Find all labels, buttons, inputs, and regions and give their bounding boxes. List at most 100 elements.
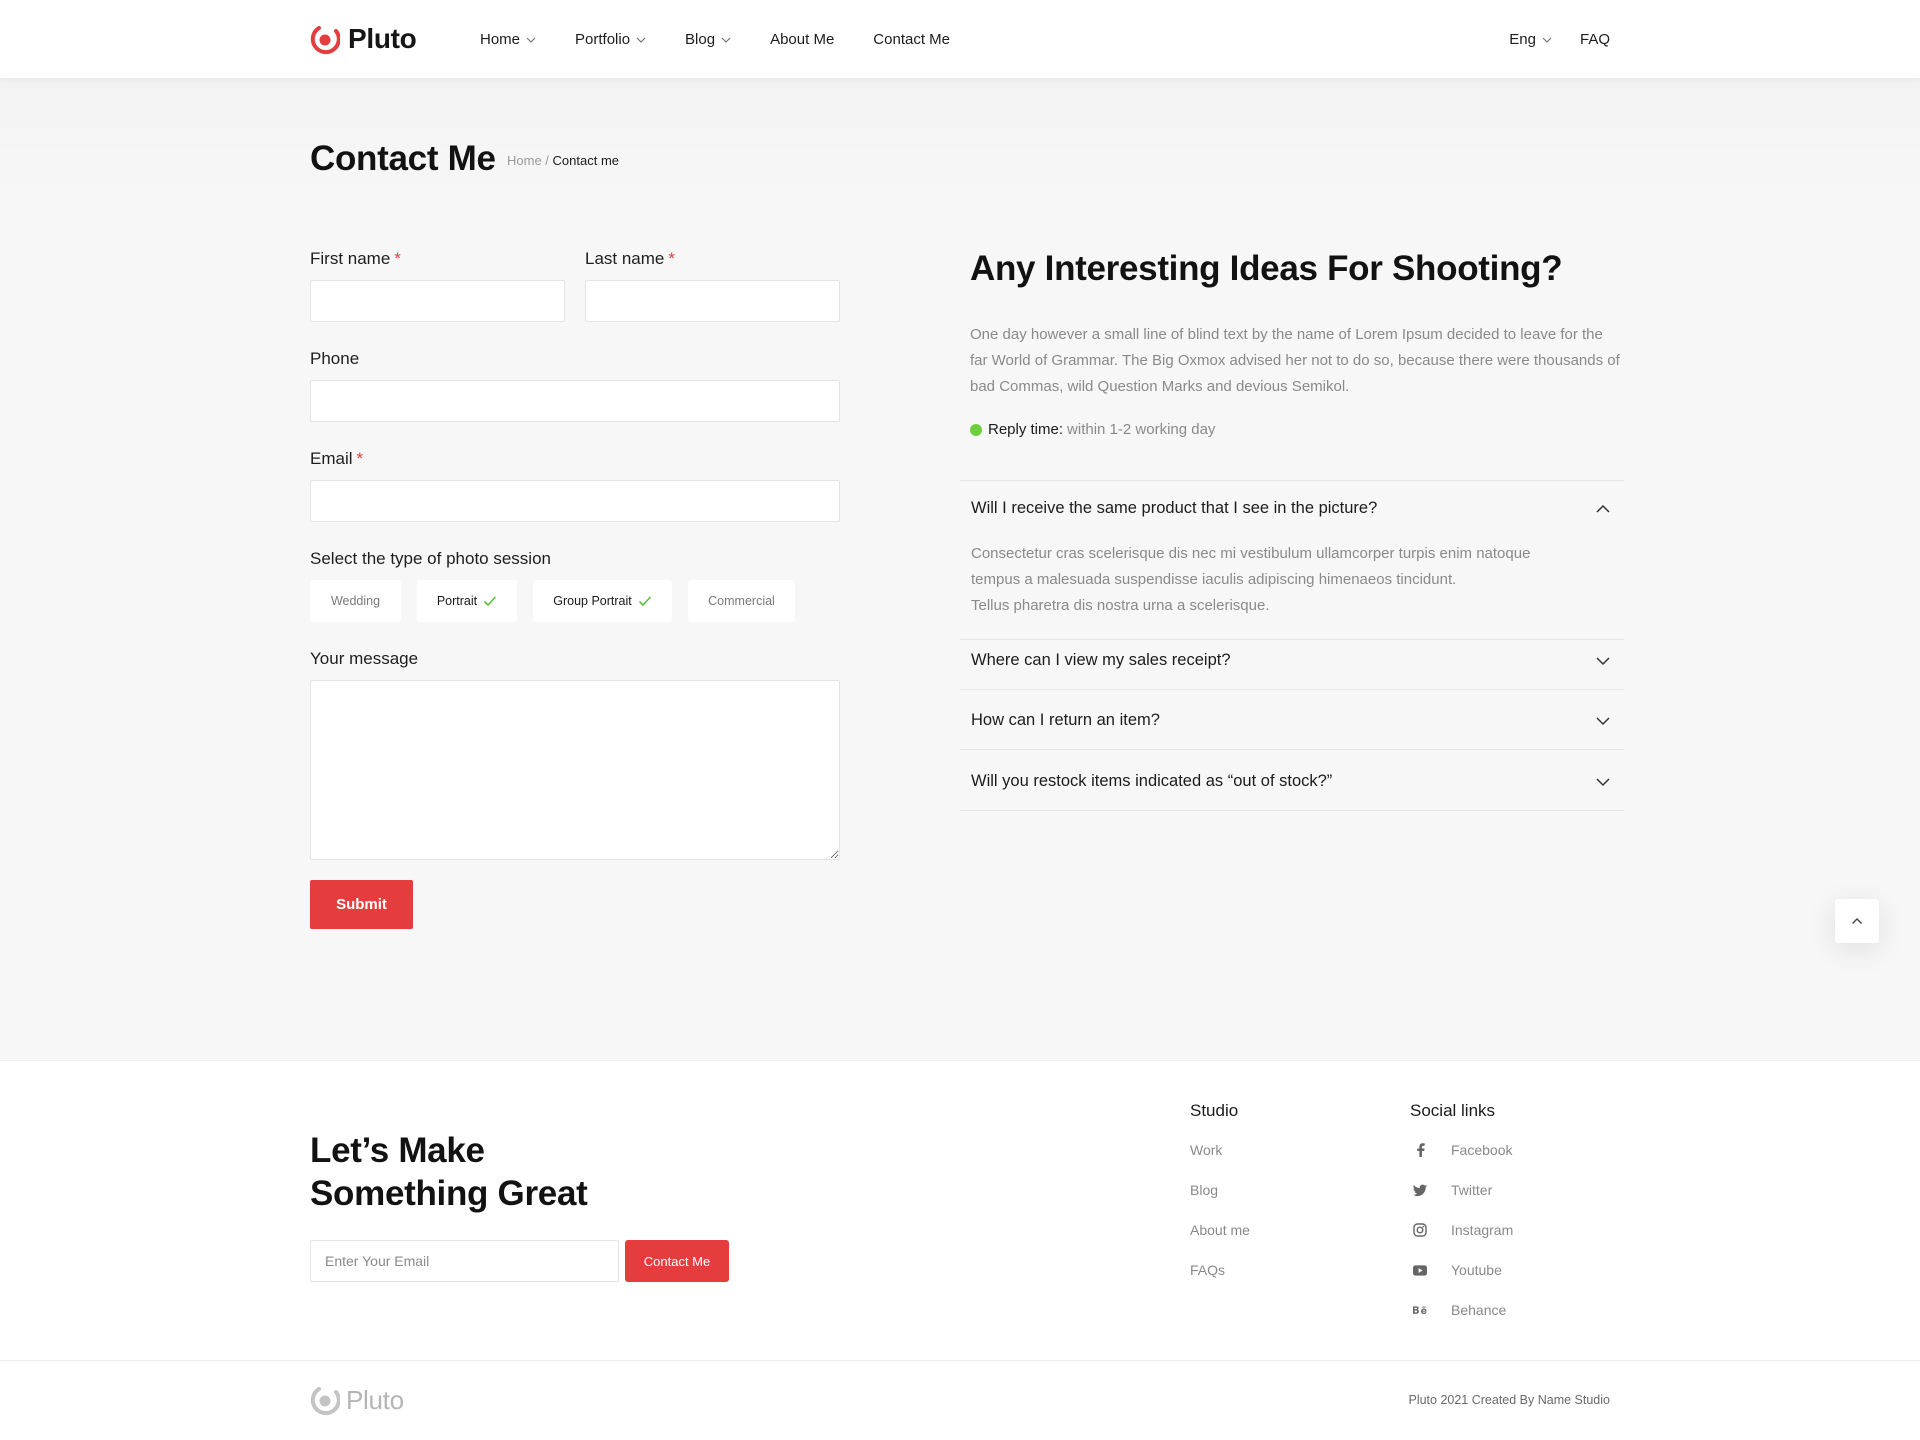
- first-name-field[interactable]: [310, 280, 565, 322]
- contact-me-button[interactable]: Contact Me: [625, 1240, 729, 1282]
- main-content: Contact Me Home / Contact me First name *…: [0, 79, 1920, 1060]
- faq-question-4[interactable]: Will you restock items indicated as “out…: [971, 772, 1611, 791]
- newsletter-email-input[interactable]: [310, 1240, 619, 1282]
- facebook-icon: [1413, 1143, 1427, 1157]
- social-link-label: Instagram: [1451, 1222, 1514, 1238]
- last-name-label-text: Last name: [585, 249, 665, 268]
- faq-question-text: Will you restock items indicated as “out…: [971, 772, 1333, 790]
- faq-question-2[interactable]: Where can I view my sales receipt?: [971, 651, 1611, 670]
- social-link-instagram[interactable]: Instagram: [1413, 1222, 1513, 1238]
- chevron-down-icon: [1596, 656, 1610, 665]
- first-name-label-text: First name: [310, 249, 391, 268]
- faq-answer-line: Consectetur cras scelerisque dis nec mi …: [971, 545, 1531, 562]
- email-label: Email *: [310, 449, 363, 469]
- copyright: Pluto 2021 Created By Name Studio: [1408, 1393, 1610, 1407]
- nav-item-about[interactable]: About Me: [770, 31, 834, 48]
- logo-icon: [310, 1387, 340, 1416]
- chevron-down-icon: [636, 37, 646, 43]
- logo[interactable]: Pluto: [310, 22, 417, 56]
- faq-answer-1: Consectetur cras scelerisque dis nec mi …: [971, 541, 1591, 619]
- email-field[interactable]: [310, 480, 840, 522]
- breadcrumb-current: Contact me: [552, 153, 620, 168]
- session-chip-group-portrait[interactable]: Group Portrait: [533, 580, 672, 622]
- page-title: Contact Me: [310, 139, 496, 178]
- main-nav: Home Portfolio Blog About Me Contact Me: [480, 0, 989, 79]
- breadcrumb-home[interactable]: Home: [507, 153, 542, 168]
- session-chip-commercial[interactable]: Commercial: [688, 580, 795, 622]
- language-label: Eng: [1509, 31, 1536, 48]
- faq-link[interactable]: FAQ: [1580, 31, 1610, 48]
- logo-icon: [310, 26, 340, 55]
- faq-label: FAQ: [1579, 31, 1610, 48]
- nav-label: Portfolio: [575, 31, 631, 48]
- nav-label: Blog: [685, 31, 716, 48]
- social-link-facebook[interactable]: Facebook: [1413, 1142, 1512, 1158]
- info-title: Any Interesting Ideas For Shooting?: [970, 249, 1563, 288]
- chevron-down-icon: [1596, 716, 1610, 725]
- faq-divider: [960, 810, 1624, 811]
- footer: Let’s Make Something Great Contact Me St…: [0, 1060, 1920, 1360]
- instagram-icon: [1413, 1223, 1427, 1237]
- footer-logo[interactable]: Pluto: [310, 1383, 404, 1417]
- chevron-up-icon: [1596, 504, 1610, 513]
- faq-answer-line: tempus a malesuada suspendisse iaculis a…: [971, 571, 1457, 588]
- last-name-field[interactable]: [585, 280, 840, 322]
- faq-divider: [960, 480, 1624, 481]
- social-link-behance[interactable]: Behance: [1413, 1302, 1506, 1318]
- social-link-twitter[interactable]: Twitter: [1413, 1182, 1492, 1198]
- required-mark: *: [394, 249, 401, 268]
- phone-field[interactable]: [310, 380, 840, 422]
- faq-question-text: Will I receive the same product that I s…: [971, 499, 1378, 517]
- social-link-label: Behance: [1451, 1302, 1507, 1318]
- message-field[interactable]: [310, 680, 840, 860]
- session-chip-portrait[interactable]: Portrait: [417, 580, 517, 622]
- nav-label: Contact Me: [873, 31, 950, 48]
- reply-time-value: within 1-2 working day: [1067, 421, 1216, 438]
- cta-title-line: Something Great: [310, 1174, 588, 1213]
- reply-time: Reply time: within 1-2 working day: [970, 421, 1215, 438]
- footer-link-blog[interactable]: Blog: [1190, 1182, 1218, 1198]
- required-mark: *: [356, 449, 364, 468]
- faq-answer-line: Tellus pharetra dis nostra urna a sceler…: [971, 597, 1270, 614]
- faq-question-1[interactable]: Will I receive the same product that I s…: [971, 499, 1611, 518]
- social-link-label: Youtube: [1451, 1262, 1502, 1278]
- session-chip-wedding[interactable]: Wedding: [310, 580, 401, 622]
- nav-item-home[interactable]: Home: [480, 31, 536, 48]
- nav-label: About Me: [770, 31, 835, 48]
- header-right: Eng FAQ: [1481, 0, 1610, 79]
- social-link-label: Twitter: [1451, 1182, 1493, 1198]
- footer-link-about[interactable]: About me: [1190, 1222, 1250, 1238]
- breadcrumb: Home / Contact me: [507, 153, 619, 168]
- faq-question-3[interactable]: How can I return an item?: [971, 711, 1611, 730]
- scroll-to-top-button[interactable]: [1835, 899, 1879, 943]
- chevron-down-icon: [1542, 37, 1552, 43]
- info-description: One day however a small line of blind te…: [970, 326, 1620, 395]
- twitter-icon: [1413, 1183, 1427, 1197]
- phone-label: Phone: [310, 349, 360, 368]
- breadcrumb-separator: /: [541, 153, 553, 168]
- logo-text: Pluto: [348, 23, 417, 54]
- nav-item-portfolio[interactable]: Portfolio: [575, 31, 646, 48]
- chip-label: Wedding: [330, 594, 381, 608]
- first-name-label: First name *: [310, 249, 401, 269]
- check-icon: [638, 596, 651, 607]
- social-link-label: Facebook: [1451, 1142, 1513, 1158]
- faq-question-text: Where can I view my sales receipt?: [971, 651, 1231, 669]
- social-link-youtube[interactable]: Youtube: [1413, 1262, 1502, 1278]
- behance-icon: [1413, 1303, 1427, 1317]
- footer-link-work[interactable]: Work: [1190, 1142, 1222, 1158]
- nav-item-contact[interactable]: Contact Me: [873, 31, 950, 48]
- submit-button[interactable]: Submit: [310, 880, 413, 929]
- chip-label: Portrait: [436, 594, 478, 608]
- session-type-label: Select the type of photo session: [310, 549, 551, 568]
- studio-title: Studio: [1190, 1101, 1239, 1120]
- reply-time-label: Reply time:: [988, 421, 1064, 438]
- language-selector[interactable]: Eng: [1509, 31, 1552, 48]
- footer-link-faqs[interactable]: FAQs: [1190, 1262, 1225, 1278]
- chevron-up-icon: [1852, 918, 1862, 924]
- last-name-label: Last name *: [585, 249, 675, 269]
- email-label-text: Email: [310, 449, 353, 468]
- chevron-down-icon: [721, 37, 731, 43]
- nav-item-blog[interactable]: Blog: [685, 31, 731, 48]
- chip-label: Commercial: [708, 594, 775, 608]
